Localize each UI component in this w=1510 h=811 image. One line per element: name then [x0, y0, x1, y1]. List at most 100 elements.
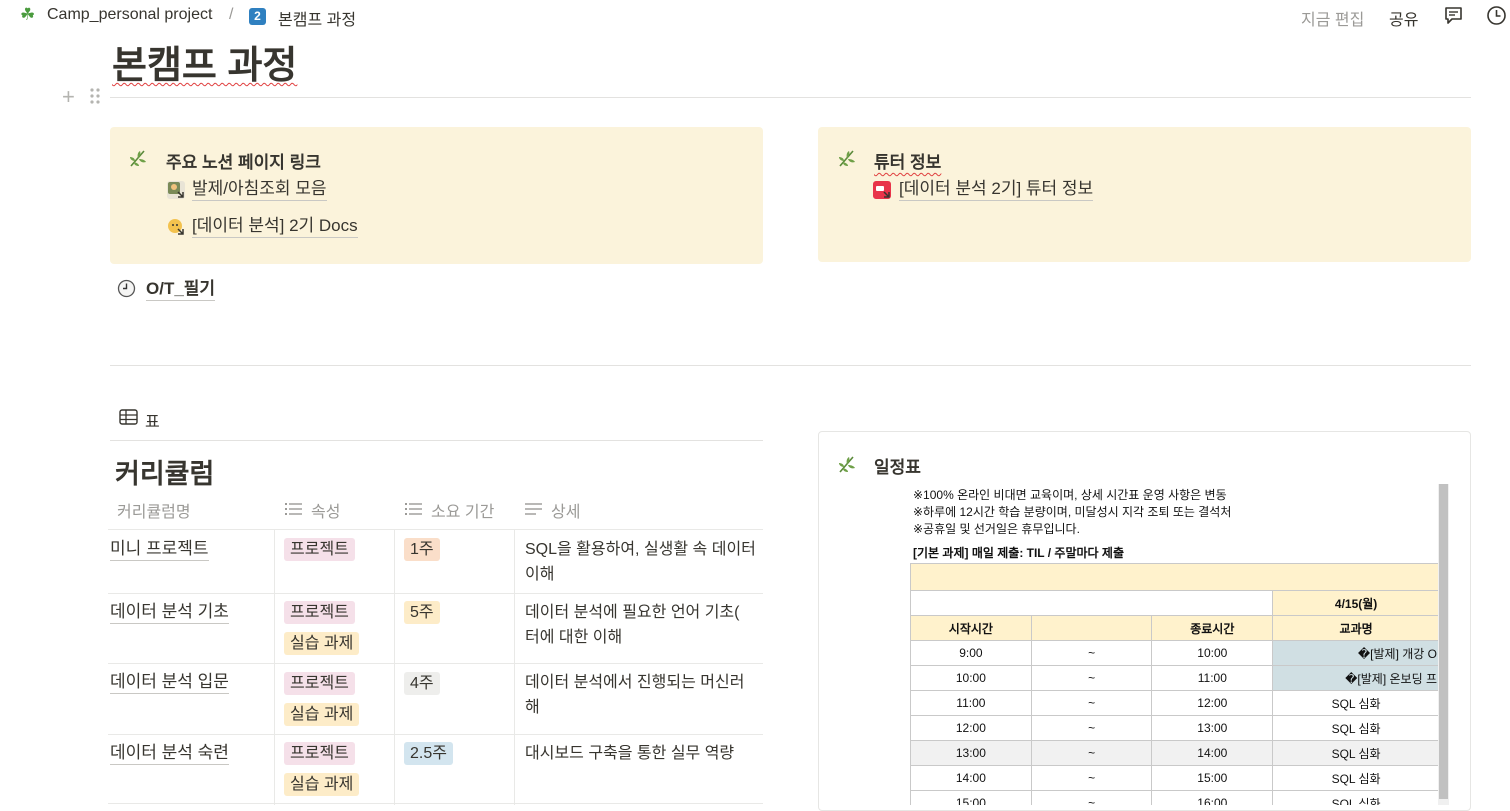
table-row-detail: 데이터 분석에 필요한 언어 기초( 터에 대한 이해	[525, 600, 765, 650]
comment-icon[interactable]	[1443, 5, 1464, 26]
schedule-tilde: ~	[1030, 765, 1153, 791]
schedule-subject: SQL 심화	[1272, 740, 1440, 766]
herb-icon	[837, 454, 857, 474]
schedule-row: 13:00 ~ 14:00 SQL 심화	[910, 740, 1440, 766]
text-lines-icon	[525, 502, 542, 516]
row-divider	[108, 734, 763, 735]
detail-line: 데이터 분석에서 진행되는 머신러	[525, 674, 745, 691]
column-header-detail[interactable]: 상세	[551, 498, 580, 522]
schedule-embed[interactable]: ※100% 온라인 비대면 교육이며, 상세 시간표 운영 사항은 변동 ※하루…	[873, 482, 1450, 805]
clock-icon	[117, 279, 136, 298]
schedule-end: 11:00	[1151, 665, 1274, 691]
link-docs[interactable]: [데이터 분석] 2기 Docs	[192, 215, 358, 238]
table-icon	[119, 409, 138, 425]
detail-line: 데이터 분석에 필요한 언어 기초(	[525, 604, 740, 621]
share-button[interactable]: 공유	[1389, 6, 1418, 30]
edited-status: 지금 편집	[1301, 12, 1365, 29]
detail-line: 이해	[525, 566, 555, 583]
column-divider	[274, 529, 275, 805]
detail-line: 대시보드 구축을 통한 실무 역량	[525, 745, 735, 762]
schedule-subject: SQL 심화	[1272, 715, 1440, 741]
breadcrumb-page[interactable]: 본캠프 과정	[278, 6, 356, 30]
schedule-start: 9:00	[910, 640, 1032, 666]
divider	[110, 97, 1471, 98]
schedule-tilde: ~	[1030, 665, 1153, 691]
schedule-tilde: ~	[1030, 640, 1153, 666]
column-header-attribute[interactable]: 속성	[311, 498, 340, 522]
schedule-start: 12:00	[910, 715, 1032, 741]
schedule-row: 15:00 ~ 16:00 SQL 심화	[910, 790, 1440, 805]
page-title-text: 본캠프 과정	[112, 45, 298, 87]
schedule-row: 11:00 ~ 12:00 SQL 심화	[910, 690, 1440, 716]
page-title[interactable]: 본캠프 과정	[112, 34, 297, 89]
schedule-subject: �[발제] 온보딩 프	[1272, 665, 1440, 691]
callout-tutor-title: 튜터 정보	[874, 153, 942, 172]
drag-handle-icon[interactable]	[89, 87, 101, 105]
schedule-subject: SQL 심화	[1272, 765, 1440, 791]
tag-practice: 실습 과제	[284, 773, 360, 796]
schedule-note: ※100% 온라인 비대면 교육이며, 상세 시간표 운영 사항은 변동	[913, 488, 1227, 502]
list-icon	[285, 502, 302, 516]
schedule-tilde: ~	[1030, 740, 1153, 766]
link-ot-notes[interactable]: O/T_필기	[146, 278, 216, 301]
schedule-subject: SQL 심화	[1272, 690, 1440, 716]
schedule-note: ※공휴일 및 선거일은 휴무입니다.	[913, 522, 1080, 536]
detail-line: 터에 대한 이해	[525, 629, 623, 646]
schedule-tilde: ~	[1030, 790, 1153, 805]
schedule-subject: SQL 심화	[1272, 790, 1440, 805]
row-divider	[108, 803, 763, 804]
schedule-task-note: [기본 과제] 매일 제출: TIL / 주말마다 제출	[913, 546, 1124, 560]
link-announcements[interactable]: 발제/아침조회 모음	[192, 178, 327, 201]
schedule-start: 14:00	[910, 765, 1032, 791]
schedule-header-band	[910, 563, 1440, 591]
row-divider	[108, 529, 763, 530]
schedule-start: 10:00	[910, 665, 1032, 691]
database-title[interactable]: 커리큘럼	[115, 452, 214, 491]
top-bar: ☘ Camp_personal project / 2 본캠프 과정 지금 편집…	[0, 0, 1510, 32]
schedule-date: 4/15(월)	[1272, 590, 1440, 616]
clock-icon[interactable]	[1486, 5, 1507, 26]
herb-icon	[128, 148, 148, 168]
link-tutor-info[interactable]: [데이터 분석 2기] 튜터 정보	[899, 178, 1094, 201]
schedule-header-start: 시작시간	[910, 615, 1032, 641]
schedule-start: 15:00	[910, 790, 1032, 805]
table-view-tab[interactable]: 표	[145, 408, 160, 432]
breadcrumb-workspace[interactable]: Camp_personal project	[47, 6, 212, 24]
column-header-name[interactable]: 커리큘럼명	[117, 498, 191, 522]
page-number-icon: 2	[249, 7, 266, 25]
detail-line: SQL을 활용하여, 실생활 속 데이터	[525, 541, 756, 558]
callout-schedule-title: 일정표	[874, 458, 921, 477]
schedule-header-blank	[1030, 615, 1153, 641]
schedule-row: 14:00 ~ 15:00 SQL 심화	[910, 765, 1440, 791]
schedule-end: 14:00	[1151, 740, 1274, 766]
tag-practice: 실습 과제	[284, 703, 360, 726]
table-row-name[interactable]: 데이터 분석 입문	[110, 671, 229, 694]
table-row-name[interactable]: 미니 프로젝트	[110, 538, 209, 561]
schedule-scroll-thumb[interactable]	[1439, 484, 1448, 799]
breadcrumb-separator: /	[229, 6, 234, 23]
tag-duration: 2.5주	[404, 742, 453, 765]
plus-icon[interactable]: +	[62, 84, 75, 110]
table-row-name[interactable]: 데이터 분석 기초	[110, 601, 229, 624]
schedule-end: 15:00	[1151, 765, 1274, 791]
schedule-start: 11:00	[910, 690, 1032, 716]
schedule-row: 9:00 ~ 10:00 �[발제] 개강 O	[910, 640, 1440, 666]
link-page-icon	[167, 218, 185, 236]
schedule-note: ※하루에 12시간 학습 분량이며, 미달성시 지각 조퇴 또는 결석처	[913, 505, 1232, 519]
tag-project: 프로젝트	[284, 742, 355, 765]
tag-duration: 1주	[404, 538, 440, 561]
tag-duration: 5주	[404, 601, 440, 624]
schedule-start: 13:00	[910, 740, 1032, 766]
callout-main-links-title: 주요 노션 페이지 링크	[166, 153, 321, 172]
schedule-table: 4/15(월) 시작시간 종료시간 교과명 9:00 ~ 10:00 �[발제]…	[909, 563, 1440, 805]
table-row-name[interactable]: 데이터 분석 숙련	[110, 742, 229, 765]
detail-line: 해	[525, 699, 540, 716]
tag-practice: 실습 과제	[284, 632, 360, 655]
page-number-badge: 2	[249, 8, 266, 25]
column-divider	[394, 529, 395, 805]
table-row-detail: 데이터 분석에서 진행되는 머신러 해	[525, 670, 765, 720]
schedule-end: 16:00	[1151, 790, 1274, 805]
schedule-subject: �[발제] 개강 O	[1272, 640, 1440, 666]
column-header-duration[interactable]: 소요 기간	[431, 498, 494, 522]
herb-icon	[837, 148, 857, 168]
